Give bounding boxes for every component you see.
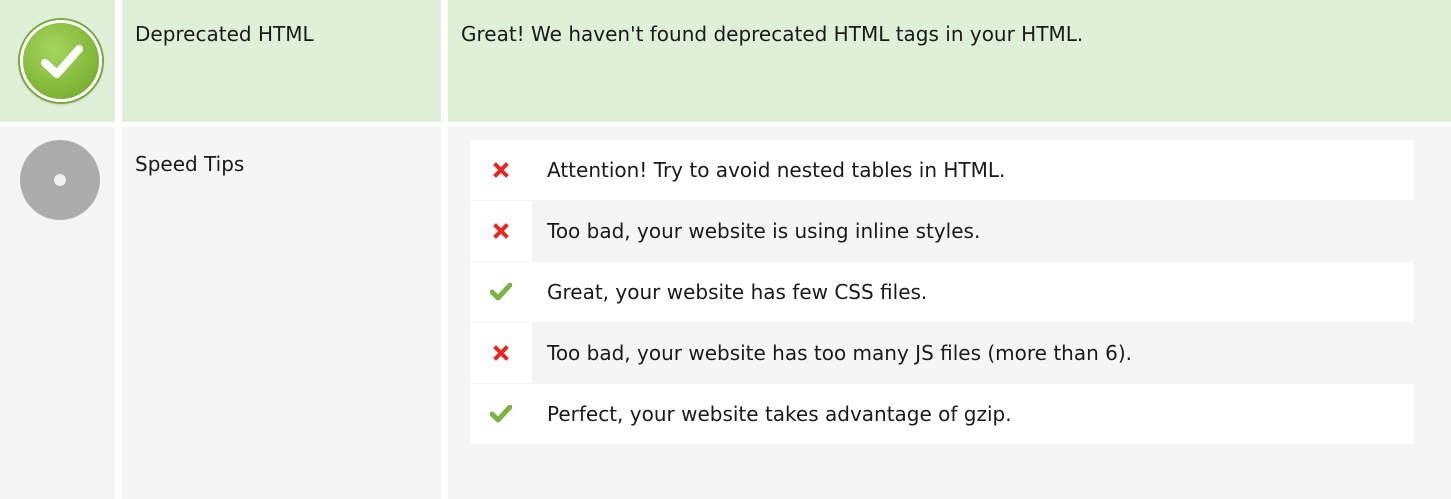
tip-text: Too bad, your website is using inline st…	[532, 201, 1414, 261]
check-icon	[470, 384, 532, 444]
list-item: Too bad, your website has too many JS fi…	[470, 323, 1414, 383]
row-label: Speed Tips	[135, 152, 245, 176]
neutral-circle-icon	[20, 140, 100, 220]
cross-icon	[470, 323, 532, 383]
tip-text: Attention! Try to avoid nested tables in…	[532, 140, 1414, 200]
list-item: Perfect, your website takes advantage of…	[470, 384, 1414, 444]
status-cell	[0, 127, 115, 499]
label-cell: Deprecated HTML	[122, 0, 441, 122]
tip-text: Great, your website has few CSS files.	[532, 262, 1414, 322]
check-circle-icon	[20, 20, 102, 102]
label-cell: Speed Tips	[122, 127, 441, 499]
status-cell	[0, 0, 115, 122]
cross-icon	[470, 140, 532, 200]
list-item: Great, your website has few CSS files.	[470, 262, 1414, 322]
tip-text: Too bad, your website has too many JS fi…	[532, 323, 1414, 383]
list-item: Too bad, your website is using inline st…	[470, 201, 1414, 261]
check-icon	[470, 262, 532, 322]
result-message: Great! We haven't found deprecated HTML …	[461, 22, 1084, 46]
speed-tips-list: Attention! Try to avoid nested tables in…	[470, 140, 1414, 445]
tip-text: Perfect, your website takes advantage of…	[532, 384, 1414, 444]
result-row-deprecated-html: Deprecated HTML Great! We haven't found …	[0, 0, 1451, 122]
list-item: Attention! Try to avoid nested tables in…	[470, 140, 1414, 200]
message-cell: Great! We haven't found deprecated HTML …	[448, 0, 1451, 122]
cross-icon	[470, 201, 532, 261]
row-label: Deprecated HTML	[135, 22, 314, 46]
